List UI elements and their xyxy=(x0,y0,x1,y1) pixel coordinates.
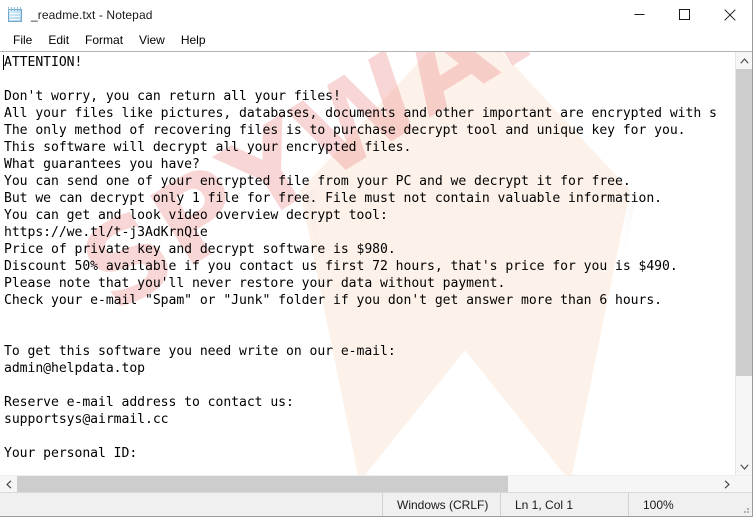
chevron-left-icon xyxy=(5,479,11,489)
title-bar: _readme.txt - Notepad xyxy=(0,0,752,29)
chevron-up-icon xyxy=(739,57,749,64)
scroll-down-button[interactable] xyxy=(736,458,752,475)
window-controls xyxy=(617,0,752,29)
horizontal-scroll-thumb[interactable] xyxy=(17,476,508,492)
scroll-left-button[interactable] xyxy=(0,476,17,492)
notepad-icon xyxy=(7,6,23,23)
close-button[interactable] xyxy=(707,0,752,29)
text-caret xyxy=(3,55,4,70)
minimize-button[interactable] xyxy=(617,0,662,29)
status-line-ending: Windows (CRLF) xyxy=(382,493,500,516)
menu-item-format[interactable]: Format xyxy=(77,31,131,50)
notepad-window: _readme.txt - Notepad File Edit Format V… xyxy=(0,0,753,517)
editor-text: ATTENTION! Don't worry, you can return a… xyxy=(4,55,717,461)
title-bar-left: _readme.txt - Notepad xyxy=(0,6,617,23)
close-icon xyxy=(723,8,736,21)
status-bar-spacer xyxy=(0,493,382,516)
chevron-down-icon xyxy=(739,463,749,470)
text-editor[interactable]: ATTENTION! Don't worry, you can return a… xyxy=(0,52,735,475)
menu-item-help[interactable]: Help xyxy=(173,31,214,50)
horizontal-scrollbar[interactable] xyxy=(0,475,752,492)
status-bar: Windows (CRLF) Ln 1, Col 1 100% xyxy=(0,492,752,516)
menu-item-edit[interactable]: Edit xyxy=(40,31,77,50)
menu-item-view[interactable]: View xyxy=(131,31,173,50)
menu-item-file[interactable]: File xyxy=(5,31,40,50)
window-title: _readme.txt - Notepad xyxy=(31,7,153,22)
scroll-up-button[interactable] xyxy=(736,52,752,69)
chevron-right-icon xyxy=(724,479,730,489)
vertical-scroll-track[interactable] xyxy=(736,69,752,458)
status-cursor-position: Ln 1, Col 1 xyxy=(500,493,628,516)
maximize-button[interactable] xyxy=(662,0,707,29)
vertical-scrollbar[interactable] xyxy=(735,52,752,475)
menu-bar: File Edit Format View Help xyxy=(0,29,752,51)
scrollbar-corner xyxy=(735,476,752,492)
vertical-scroll-thumb[interactable] xyxy=(736,69,752,377)
resize-grip[interactable] xyxy=(736,493,752,516)
maximize-icon xyxy=(679,9,690,20)
status-zoom-level: 100% xyxy=(628,493,736,516)
editor-row: ATTENTION! Don't worry, you can return a… xyxy=(0,52,752,475)
editor-area: SPYWARE-RU ATTENTION! Don't worry, you c… xyxy=(0,51,752,492)
scroll-right-button[interactable] xyxy=(718,476,735,492)
horizontal-scroll-track[interactable] xyxy=(17,476,718,492)
minimize-icon xyxy=(634,14,645,15)
